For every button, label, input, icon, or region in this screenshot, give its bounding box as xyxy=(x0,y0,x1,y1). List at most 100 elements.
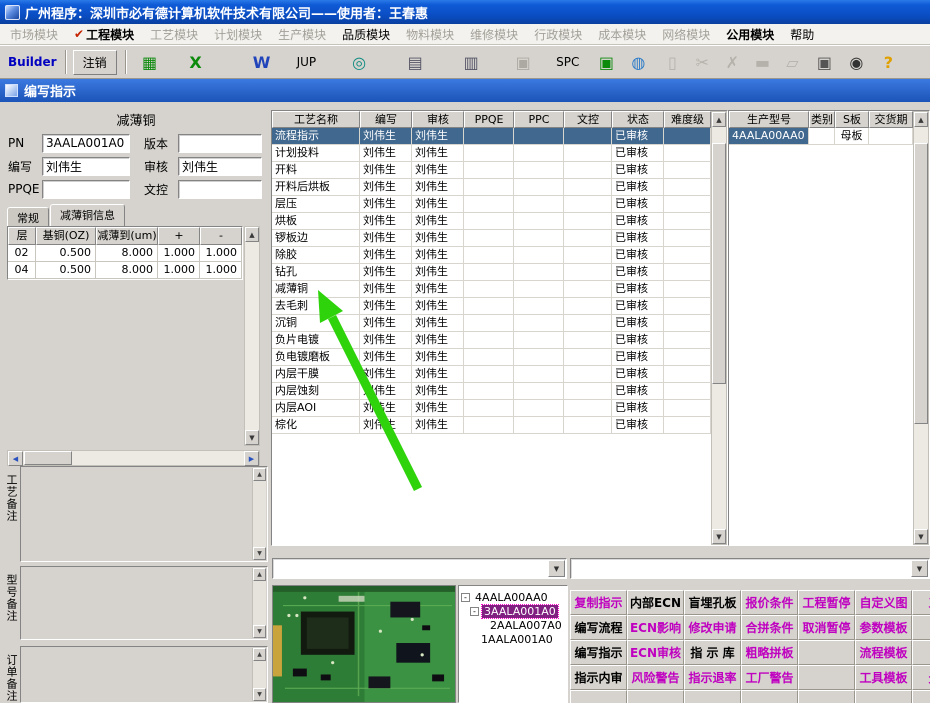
action-combo-dropdown-button[interactable]: ▼ xyxy=(911,560,928,577)
action-button-r1c0[interactable]: 编写流程 xyxy=(570,615,627,640)
tab-1[interactable]: 减薄铜信息 xyxy=(50,204,125,226)
action-button-r3c5[interactable]: 工具模板 xyxy=(855,665,912,690)
scroll-down-button[interactable]: ▼ xyxy=(253,547,266,560)
action-button-r2c3[interactable]: 粗略拼板 xyxy=(741,640,798,665)
scroll-thumb[interactable] xyxy=(24,451,72,465)
copper-row-0[interactable]: 02 0.500 8.000 1.000 1.000 xyxy=(8,245,242,262)
model-combo[interactable]: ▼ xyxy=(272,558,567,579)
scroll-up-button[interactable]: ▲ xyxy=(253,568,266,581)
action-button-r3c2[interactable]: 指示退率 xyxy=(684,665,741,690)
model-grid-vscroll[interactable]: ▲ ▼ xyxy=(913,111,929,545)
menu-item-engineering[interactable]: ✔ 工程模块 xyxy=(66,24,142,45)
note-order-box[interactable]: ▲ ▼ xyxy=(20,646,268,703)
action-button-r3c6[interactable]: 光绘 xyxy=(912,665,930,690)
note-process-scrollbar[interactable]: ▲ ▼ xyxy=(252,468,266,560)
menu-item-plan[interactable]: 计划模块 xyxy=(206,24,270,45)
form-grid-icon[interactable]: ▦ xyxy=(137,49,163,75)
action-button-r0c5[interactable]: 自定义图 xyxy=(855,590,912,615)
note-order-scrollbar[interactable]: ▲ ▼ xyxy=(252,648,266,701)
globe-icon[interactable]: ◍ xyxy=(625,49,651,75)
action-button-r1c4[interactable]: 取消暂停 xyxy=(798,615,855,640)
logout-button[interactable]: 注销 xyxy=(72,49,117,75)
menu-item-common[interactable]: 公用模块 xyxy=(718,24,782,45)
find-icon[interactable]: ◉ xyxy=(843,49,869,75)
field-auditor[interactable]: 刘伟生 xyxy=(178,156,262,176)
ledger-icon[interactable]: ▥ xyxy=(458,49,484,75)
action-button-r3c0[interactable]: 指示内审 xyxy=(570,665,627,690)
menu-item-cost[interactable]: 成本模块 xyxy=(590,24,654,45)
scroll-up-button[interactable]: ▲ xyxy=(253,648,266,661)
scroll-track[interactable] xyxy=(914,127,928,529)
action-button-r0c0[interactable]: 复制指示 xyxy=(570,590,627,615)
menu-item-maintenance[interactable]: 维修模块 xyxy=(462,24,526,45)
action-button-r2c1[interactable]: ECN审核 xyxy=(627,640,684,665)
process-row-15[interactable]: 内层蚀刻 刘伟生 刘伟生 已审核 xyxy=(272,383,727,400)
process-grid-vscroll[interactable]: ▲ ▼ xyxy=(711,111,727,545)
action-button-r3c3[interactable]: 工厂警告 xyxy=(741,665,798,690)
scroll-right-button[interactable]: ▶ xyxy=(244,451,259,466)
menu-item-production[interactable]: 生产模块 xyxy=(270,24,334,45)
action-button-r2c0[interactable]: 编写指示 xyxy=(570,640,627,665)
action-button-r1c2[interactable]: 修改申请 xyxy=(684,615,741,640)
menu-item-material[interactable]: 物料模块 xyxy=(398,24,462,45)
process-row-16[interactable]: 内层AOI 刘伟生 刘伟生 已审核 xyxy=(272,400,727,417)
scroll-up-button[interactable]: ▲ xyxy=(712,112,726,127)
scroll-thumb[interactable] xyxy=(712,143,726,385)
field-writer[interactable]: 刘伟生 xyxy=(42,156,130,176)
tree-node-2[interactable]: 2AALA007A0 xyxy=(459,618,567,632)
copper-table-vscroll[interactable]: ▲ ▼ xyxy=(244,226,260,446)
menu-item-quality[interactable]: 品质模块 xyxy=(334,24,398,45)
tab-0[interactable]: 常规 xyxy=(7,207,49,226)
action-button-r0c3[interactable]: 报价条件 xyxy=(741,590,798,615)
field-pn[interactable]: 3AALA001A0 xyxy=(42,133,130,153)
menu-item-admin[interactable]: 行政模块 xyxy=(526,24,590,45)
tree-node-1[interactable]: -3AALA001A0 xyxy=(459,603,567,619)
tree-expand-icon[interactable]: - xyxy=(461,592,470,602)
title-bar[interactable]: 广州程序：深圳市必有德计算机软件技术有限公司——使用者：王春惠 xyxy=(0,0,930,24)
field-ppqe[interactable] xyxy=(42,179,130,199)
process-row-12[interactable]: 负片电镀 刘伟生 刘伟生 已审核 xyxy=(272,332,727,349)
menu-item-craft[interactable]: 工艺模块 xyxy=(142,24,206,45)
action-button-r1c3[interactable]: 合拼条件 xyxy=(741,615,798,640)
field-version[interactable] xyxy=(178,133,262,153)
model-combo-dropdown-button[interactable]: ▼ xyxy=(548,560,565,577)
scroll-down-button[interactable]: ▼ xyxy=(253,625,266,638)
process-row-3[interactable]: 开料后烘板 刘伟生 刘伟生 已审核 xyxy=(272,179,727,196)
note-process-box[interactable]: ▲ ▼ xyxy=(20,466,268,562)
action-button-r0c4[interactable]: 工程暂停 xyxy=(798,590,855,615)
process-row-8[interactable]: 钻孔 刘伟生 刘伟生 已审核 xyxy=(272,264,727,281)
field-doccontrol[interactable] xyxy=(178,179,262,199)
note-model-box[interactable]: ▲ ▼ xyxy=(20,566,268,640)
action-combo[interactable]: ▼ xyxy=(570,558,930,579)
action-button-r2c2[interactable]: 指 示 库 xyxy=(684,640,741,665)
tree-node-3[interactable]: 1AALA001A0 xyxy=(459,632,567,646)
process-row-10[interactable]: 去毛刺 刘伟生 刘伟生 已审核 xyxy=(272,298,727,315)
action-button-r3c1[interactable]: 风险警告 xyxy=(627,665,684,690)
copper-row-1[interactable]: 04 0.500 8.000 1.000 1.000 xyxy=(8,262,242,279)
preview-eye-icon[interactable]: ◎ xyxy=(346,49,372,75)
scroll-down-button[interactable]: ▼ xyxy=(253,688,266,701)
tree-expand-icon[interactable]: - xyxy=(470,606,479,616)
camera-icon[interactable]: ▣ xyxy=(593,49,619,75)
scroll-up-button[interactable]: ▲ xyxy=(914,112,928,127)
copper-table-hscroll[interactable]: ◀ ▶ xyxy=(7,450,260,466)
process-row-14[interactable]: 内层干膜 刘伟生 刘伟生 已审核 xyxy=(272,366,727,383)
process-row-7[interactable]: 除胶 刘伟生 刘伟生 已审核 xyxy=(272,247,727,264)
scroll-up-button[interactable]: ▲ xyxy=(253,468,266,481)
note-model-scrollbar[interactable]: ▲ ▼ xyxy=(252,568,266,638)
menu-item-network[interactable]: 网络模块 xyxy=(654,24,718,45)
scroll-track[interactable] xyxy=(245,242,259,430)
action-button-r0c2[interactable]: 盲埋孔板 xyxy=(684,590,741,615)
action-button-r1c5[interactable]: 参数模板 xyxy=(855,615,912,640)
process-row-4[interactable]: 层压 刘伟生 刘伟生 已审核 xyxy=(272,196,727,213)
scroll-track[interactable] xyxy=(23,451,244,465)
tree-node-0[interactable]: -4AALA00AA0 xyxy=(459,590,567,604)
process-row-11[interactable]: 沉铜 刘伟生 刘伟生 已审核 xyxy=(272,315,727,332)
model-row-0[interactable]: 4AALA00AA0 母板 xyxy=(729,128,929,145)
scroll-thumb[interactable] xyxy=(914,143,928,425)
process-row-17[interactable]: 棕化 刘伟生 刘伟生 已审核 xyxy=(272,417,727,434)
process-row-5[interactable]: 烘板 刘伟生 刘伟生 已审核 xyxy=(272,213,727,230)
process-row-0[interactable]: 流程指示 刘伟生 刘伟生 已审核 xyxy=(272,128,727,145)
help-icon[interactable]: ? xyxy=(875,49,901,75)
process-row-6[interactable]: 锣板边 刘伟生 刘伟生 已审核 xyxy=(272,230,727,247)
